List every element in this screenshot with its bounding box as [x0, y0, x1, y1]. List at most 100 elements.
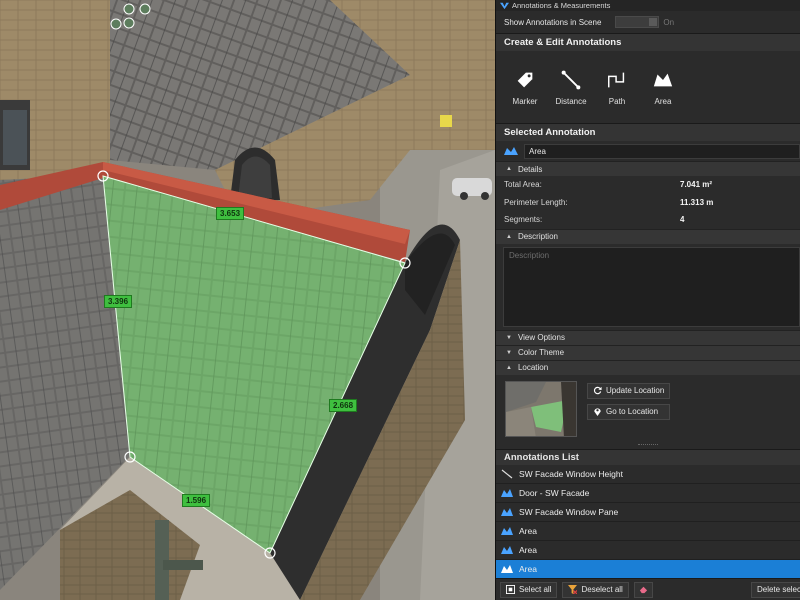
refresh-icon: [593, 386, 602, 395]
list-item-selected[interactable]: Area: [496, 559, 800, 579]
segments-key: Segments:: [504, 215, 543, 225]
show-annotations-row: Show Annotations in Scene On: [496, 11, 800, 33]
location-label: Location: [517, 363, 549, 372]
deselect-filter-icon: [568, 585, 578, 594]
perimeter-value: 11.313 m: [680, 197, 714, 207]
collapse-triangle-icon: ▲: [506, 364, 512, 371]
perimeter-row: Perimeter Length: 11.313 m: [496, 194, 800, 212]
create-edit-header: Create & Edit Annotations: [496, 33, 800, 51]
annotations-panel: Annotations & Measurements Show Annotati…: [495, 0, 800, 600]
list-item[interactable]: SW Facade Window Height: [496, 465, 800, 484]
select-all-label: Select all: [519, 585, 552, 594]
path-icon: [608, 72, 625, 87]
panel-title: Annotations & Measurements: [512, 1, 611, 10]
3d-viewport[interactable]: 3.653 3.396 2.668 1.596: [0, 0, 495, 600]
area-icon: [653, 73, 673, 86]
area-icon: [501, 545, 513, 554]
list-item-label: SW Facade Window Pane: [519, 506, 619, 517]
area-icon: [501, 488, 513, 497]
location-section: Update Location Go to Location: [496, 375, 800, 441]
list-item-label: Area: [519, 563, 537, 574]
collapse-triangle-icon: ▲: [506, 233, 512, 240]
list-item[interactable]: SW Facade Window Pane: [496, 503, 800, 522]
area-tool-button[interactable]: Area: [642, 61, 684, 113]
deselect-all-button[interactable]: Deselect all: [562, 581, 629, 598]
distance-icon: [561, 70, 581, 89]
distance-icon: [501, 469, 513, 478]
perimeter-key: Perimeter Length:: [504, 197, 568, 207]
update-location-button[interactable]: Update Location: [587, 382, 671, 399]
delete-selected-button[interactable]: Delete selec: [750, 581, 800, 598]
list-item-label: Area: [519, 525, 537, 536]
list-action-bar: Select all Deselect all Delete selec: [496, 578, 800, 600]
segments-value: 4: [680, 215, 685, 225]
panel-splitter[interactable]: [496, 441, 800, 449]
path-tool-button[interactable]: Path: [596, 61, 638, 113]
splitter-grip: [638, 443, 658, 446]
details-label: Details: [517, 164, 543, 174]
select-all-button[interactable]: Select all: [500, 581, 558, 598]
marker-tool-button[interactable]: Marker: [504, 61, 546, 113]
total-area-value: 7.041 m²: [680, 180, 713, 190]
annotation-tools: Marker Distance Path Area: [496, 51, 800, 123]
list-item-label: Door - SW Facade: [519, 487, 590, 498]
color-theme-label: Color Theme: [517, 348, 565, 357]
measurement-label-top: 3.653: [216, 207, 245, 220]
list-item-label: SW Facade Window Height: [519, 468, 623, 479]
show-annotations-state: On: [663, 17, 675, 27]
segments-row: Segments: 4: [496, 211, 800, 229]
area-icon: [501, 564, 513, 573]
panel-titlebar[interactable]: Annotations & Measurements: [496, 0, 800, 11]
list-item[interactable]: Area: [496, 522, 800, 541]
color-theme-toggle[interactable]: ▼ Color Theme: [496, 344, 800, 360]
area-icon: [501, 526, 513, 535]
description-toggle[interactable]: ▲ Description: [496, 228, 800, 244]
measurement-label-right: 2.668: [329, 399, 358, 412]
area-type-icon: [504, 147, 518, 155]
location-preview-image: [506, 381, 576, 436]
expand-triangle-icon: ▼: [506, 334, 512, 341]
details-toggle[interactable]: ▲ Details: [496, 161, 800, 176]
annotations-list: SW Facade Window Height Door - SW Facade…: [496, 465, 800, 579]
measurement-label-left: 3.396: [104, 295, 133, 308]
view-options-toggle[interactable]: ▼ View Options: [496, 329, 800, 345]
go-to-location-label: Go to Location: [606, 407, 659, 416]
area-icon: [501, 507, 513, 516]
measurement-label-bottom: 1.596: [182, 494, 211, 507]
distance-tool-button[interactable]: Distance: [550, 61, 592, 113]
total-area-key: Total Area:: [504, 180, 542, 190]
toggle-knob: [649, 18, 658, 26]
view-options-label: View Options: [517, 333, 565, 342]
annotation-name-row: Area: [496, 141, 800, 161]
select-all-icon: [506, 585, 515, 594]
annotations-list-header: Annotations List: [496, 448, 800, 465]
description-textarea[interactable]: Description: [503, 246, 800, 327]
path-tool-label: Path: [608, 96, 626, 106]
list-item[interactable]: Area: [496, 541, 800, 560]
delete-selected-label: Delete selec: [756, 585, 800, 594]
expand-triangle-icon: ▼: [506, 349, 512, 356]
total-area-row: Total Area: 7.041 m²: [496, 176, 800, 194]
distance-tool-label: Distance: [555, 96, 587, 106]
location-thumbnail: [505, 380, 577, 437]
list-item-label: Area: [519, 544, 537, 555]
selected-annotation-header: Selected Annotation: [496, 123, 800, 141]
map-pin-icon: [594, 408, 601, 416]
update-location-label: Update Location: [606, 386, 665, 395]
deselect-all-label: Deselect all: [581, 585, 623, 594]
app-logo-icon: [500, 2, 509, 10]
erase-button[interactable]: [633, 581, 653, 598]
area-tool-label: Area: [654, 96, 672, 106]
marker-icon: [517, 72, 533, 87]
eraser-icon: [639, 586, 647, 594]
collapse-triangle-icon: ▲: [506, 166, 512, 172]
annotation-name-field[interactable]: Area: [524, 143, 800, 159]
description-label: Description: [517, 232, 558, 241]
show-annotations-label: Show Annotations in Scene: [504, 17, 602, 27]
show-annotations-toggle[interactable]: [615, 16, 660, 28]
scene-render: [0, 0, 495, 600]
list-item[interactable]: Door - SW Facade: [496, 484, 800, 503]
location-toggle[interactable]: ▲ Location: [496, 359, 800, 375]
marker-tool-label: Marker: [512, 96, 538, 106]
go-to-location-button[interactable]: Go to Location: [587, 403, 671, 420]
